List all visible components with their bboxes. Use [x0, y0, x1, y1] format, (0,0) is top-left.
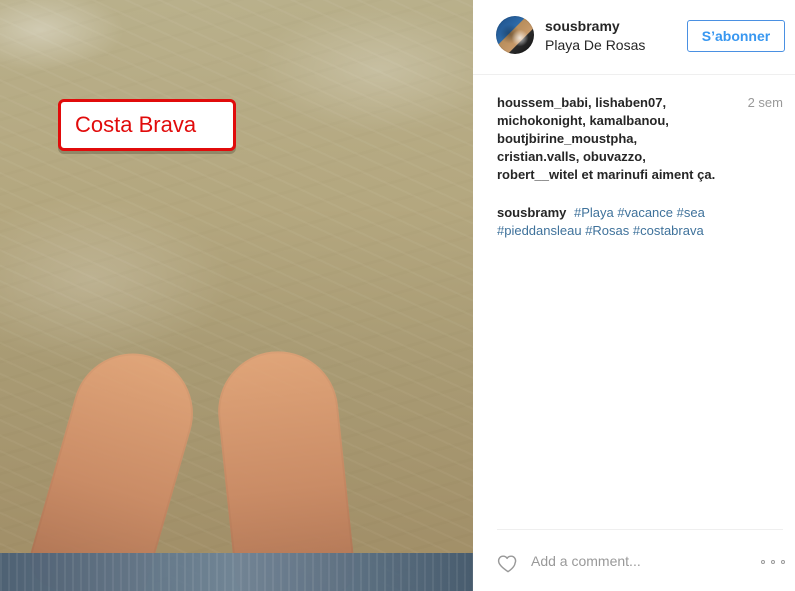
location-overlay-text: Costa Brava — [75, 112, 197, 137]
post-photo: Costa Brava — [0, 0, 473, 591]
post-header: sousbramy Playa De Rosas S’abonner — [473, 0, 795, 75]
likes-line: cristian.valls, obuvazzo, — [497, 149, 646, 164]
likes-line: robert__witel et marinufi aiment ça. — [497, 167, 716, 182]
add-comment-input[interactable]: Add a comment... — [531, 553, 641, 569]
instagram-post: Costa Brava sousbramy Playa De Rosas S’a… — [0, 0, 795, 591]
shorts — [0, 553, 473, 591]
dot — [781, 560, 785, 564]
likes-line: michokonight, kamalbanou, — [497, 113, 669, 128]
location-overlay-badge: Costa Brava — [58, 99, 236, 151]
dot — [771, 560, 775, 564]
username[interactable]: sousbramy — [545, 18, 620, 34]
divider — [497, 529, 783, 530]
caption-hashtags-line2[interactable]: #pieddansleau #Rosas #costabrava — [497, 223, 704, 238]
heart-icon[interactable] — [497, 553, 519, 573]
caption-username[interactable]: sousbramy — [497, 205, 566, 220]
follow-button[interactable]: S’abonner — [687, 20, 785, 52]
post-side-panel: sousbramy Playa De Rosas S’abonner houss… — [473, 0, 795, 591]
location[interactable]: Playa De Rosas — [545, 37, 645, 53]
post-time[interactable]: 2 sem — [748, 95, 783, 110]
more-icon[interactable] — [761, 560, 787, 566]
likes-line: boutjbirine_moustpha, — [497, 131, 638, 146]
caption: sousbramy #Playa #vacance #sea #pieddans… — [497, 204, 767, 240]
likes-line: houssem_babi, lishaben07, — [497, 95, 667, 110]
caption-hashtags-line1[interactable]: #Playa #vacance #sea — [574, 205, 705, 220]
caption-line-2: #pieddansleau #Rosas #costabrava — [497, 222, 767, 240]
avatar[interactable] — [496, 16, 534, 54]
caption-line-1: sousbramy #Playa #vacance #sea — [497, 204, 767, 222]
likes-text: houssem_babi, lishaben07, michokonight, … — [497, 94, 727, 184]
dot — [761, 560, 765, 564]
